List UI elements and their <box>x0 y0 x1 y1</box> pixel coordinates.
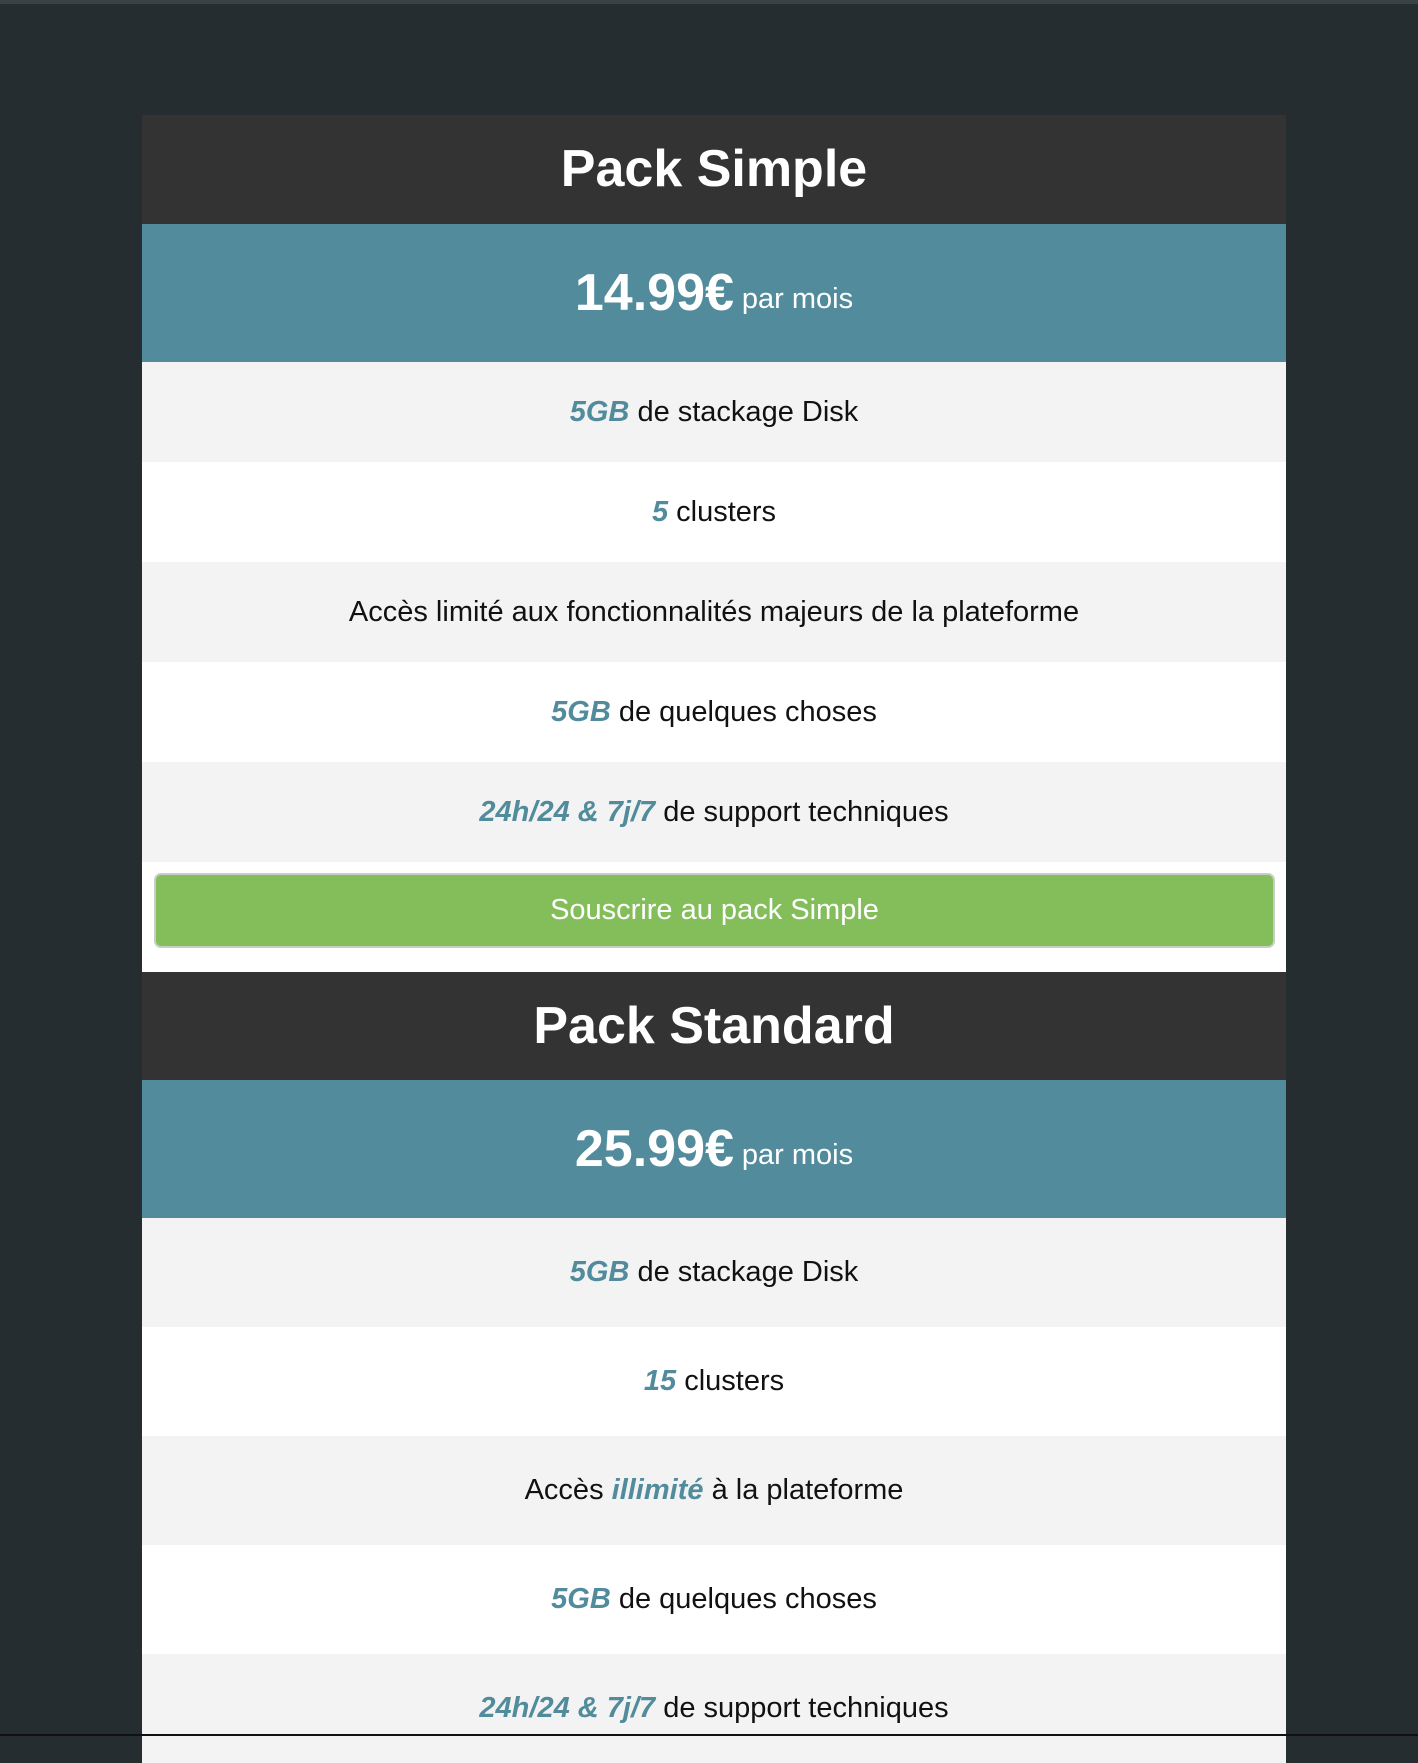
window-top-edge <box>0 0 1418 4</box>
price-period: par mois <box>741 1138 854 1171</box>
feature-clusters: 5 clusters <box>142 462 1286 562</box>
plan-title: Pack Simple <box>142 115 1286 224</box>
feature-text: de support techniques <box>663 1692 949 1724</box>
price-band: 14.99€ par mois <box>142 224 1286 362</box>
price-amount: 14.99€ <box>574 264 734 322</box>
feature-storage: 5GB de stackage Disk <box>142 362 1286 462</box>
feature-highlight: 15 <box>643 1365 677 1397</box>
feature-highlight: 5GB <box>569 1256 630 1288</box>
feature-highlight: 5GB <box>551 1583 611 1615</box>
price-amount: 25.99€ <box>574 1120 734 1178</box>
feature-clusters: 15 clusters <box>142 1327 1286 1436</box>
subscribe-simple-button[interactable]: Souscrire au pack Simple <box>154 873 1275 948</box>
plan-card-standard: Pack Standard 25.99€ par mois 5GB de sta… <box>142 972 1286 1763</box>
feature-text: à la plateforme <box>711 1474 904 1506</box>
pricing-plans: Pack Simple 14.99€ par mois 5GB de stack… <box>142 115 1286 1763</box>
price-band: 25.99€ par mois <box>142 1080 1286 1218</box>
feature-support: 24h/24 & 7j/7 de support techniques <box>142 762 1286 862</box>
feature-highlight: 24h/24 & 7j/7 <box>479 1692 656 1724</box>
feature-text: Accès limité aux fonctionnalités majeurs… <box>348 595 1080 628</box>
feature-text: de quelques choses <box>618 1583 877 1615</box>
feature-highlight: 24h/24 & 7j/7 <box>479 795 656 828</box>
feature-access: Accès illimité à la plateforme <box>142 1436 1286 1545</box>
feature-highlight: 5GB <box>551 695 611 728</box>
feature-highlight: 5 <box>651 495 669 528</box>
feature-text: de stackage Disk <box>637 395 859 428</box>
feature-text: clusters <box>676 495 777 528</box>
feature-text: clusters <box>684 1365 785 1397</box>
plan-title: Pack Standard <box>142 972 1286 1080</box>
feature-text-prefix: Accès <box>524 1474 604 1506</box>
feature-access: Accès limité aux fonctionnalités majeurs… <box>142 562 1286 662</box>
feature-text: de support techniques <box>663 795 949 828</box>
feature-extra: 5GB de quelques choses <box>142 1545 1286 1654</box>
feature-support: 24h/24 & 7j/7 de support techniques <box>142 1654 1286 1763</box>
feature-text: de stackage Disk <box>637 1256 859 1288</box>
plan-card-simple: Pack Simple 14.99€ par mois 5GB de stack… <box>142 115 1286 972</box>
feature-highlight: 5GB <box>569 395 630 428</box>
price-period: par mois <box>741 282 854 315</box>
feature-storage: 5GB de stackage Disk <box>142 1218 1286 1327</box>
feature-highlight: illimité <box>611 1474 704 1506</box>
feature-text: de quelques choses <box>618 695 877 728</box>
feature-extra: 5GB de quelques choses <box>142 662 1286 762</box>
subscribe-button-container: Souscrire au pack Simple <box>142 862 1286 972</box>
